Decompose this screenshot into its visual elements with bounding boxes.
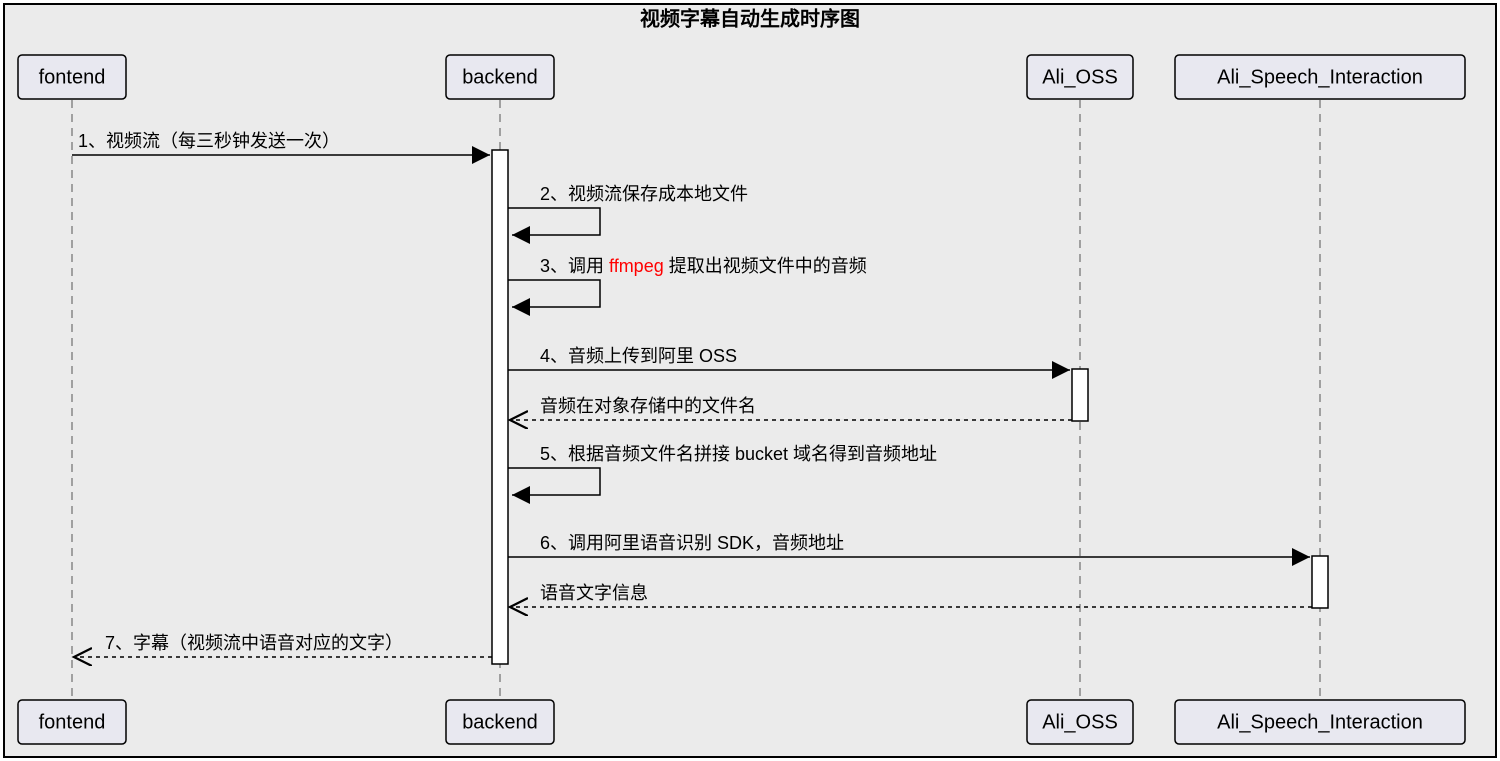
participant-oss-bottom: Ali_OSS	[1027, 700, 1133, 744]
participant-oss-top: Ali_OSS	[1027, 55, 1133, 99]
participant-speech-bottom: Ali_Speech_Interaction	[1175, 700, 1465, 744]
sequence-diagram: 视频字幕自动生成时序图 fontend backend Ali_OSS Ali_…	[0, 0, 1500, 761]
svg-text:fontend: fontend	[39, 66, 106, 88]
svg-text:Ali_OSS: Ali_OSS	[1042, 66, 1118, 88]
participant-backend-bottom: backend	[446, 700, 554, 744]
participant-frontend-top: fontend	[18, 55, 126, 99]
message-6-label: 6、调用阿里语音识别 SDK，音频地址	[540, 533, 844, 553]
diagram-title: 视频字幕自动生成时序图	[640, 6, 860, 30]
participant-backend-top: backend	[446, 55, 554, 99]
message-1-label: 1、视频流（每三秒钟发送一次）	[78, 131, 340, 151]
activation-backend	[492, 150, 508, 664]
participant-speech-top: Ali_Speech_Interaction	[1175, 55, 1465, 99]
svg-text:Ali_OSS: Ali_OSS	[1042, 711, 1118, 733]
svg-text:Ali_Speech_Interaction: Ali_Speech_Interaction	[1217, 66, 1423, 88]
message-5-label: 5、根据音频文件名拼接 bucket 域名得到音频地址	[540, 444, 937, 464]
message-6r-label: 语音文字信息	[540, 583, 648, 603]
participant-frontend-bottom: fontend	[18, 700, 126, 744]
svg-text:fontend: fontend	[39, 711, 106, 733]
activation-speech	[1312, 556, 1328, 608]
svg-text:backend: backend	[462, 711, 538, 733]
message-4-label: 4、音频上传到阿里 OSS	[540, 346, 737, 366]
message-2-label: 2、视频流保存成本地文件	[540, 184, 748, 204]
message-4r-label: 音频在对象存储中的文件名	[540, 396, 756, 416]
activation-oss	[1072, 369, 1088, 421]
message-3-label: 3、调用 ffmpeg 提取出视频文件中的音频	[540, 256, 867, 276]
message-7-label: 7、字幕（视频流中语音对应的文字）	[105, 633, 403, 653]
svg-text:backend: backend	[462, 66, 538, 88]
svg-text:Ali_Speech_Interaction: Ali_Speech_Interaction	[1217, 711, 1423, 733]
